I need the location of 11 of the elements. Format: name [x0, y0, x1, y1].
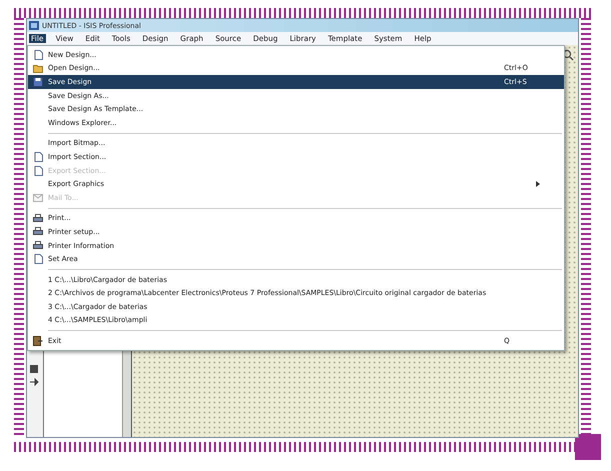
exit-icon — [33, 336, 43, 346]
block-tool-icon[interactable] — [29, 364, 39, 374]
printer-icon — [33, 214, 43, 223]
printer-icon — [33, 227, 43, 236]
printer-icon — [33, 241, 43, 250]
app-icon — [29, 21, 39, 30]
envelope-icon — [33, 194, 43, 202]
folder-icon — [33, 64, 43, 73]
zoom-icon[interactable] — [562, 49, 574, 61]
corner-square — [575, 434, 601, 460]
pin-tool-icon[interactable] — [29, 377, 39, 387]
